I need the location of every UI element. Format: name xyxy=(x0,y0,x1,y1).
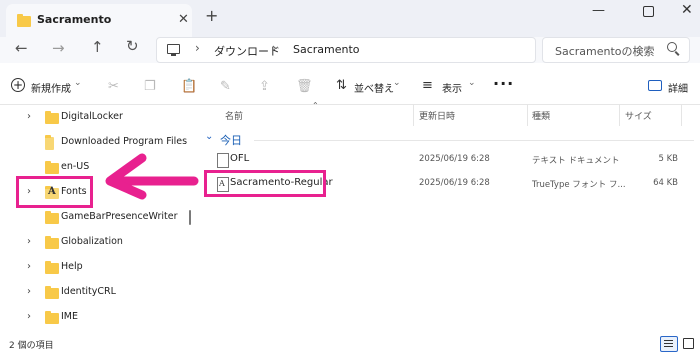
tab-sacramento[interactable]: Sacramento ✕ xyxy=(6,4,192,37)
chevron-down-icon[interactable]: ⌄ xyxy=(468,78,476,88)
sidebar-item-label: GameBarPresenceWriter xyxy=(61,211,178,222)
sidebar-item-label: DigitalLocker xyxy=(61,111,123,122)
file-size: 5 KB xyxy=(658,154,678,164)
chevron-down-icon[interactable]: ⌄ xyxy=(74,78,82,88)
sidebar-item-digitallocker[interactable]: › DigitalLocker xyxy=(0,107,195,129)
file-modified: 2025/06/19 6:28 xyxy=(419,154,490,164)
rename-icon[interactable]: ✎ xyxy=(220,79,231,94)
file-size: 64 KB xyxy=(653,178,678,188)
folder-icon xyxy=(45,161,59,174)
file-name: OFL xyxy=(230,153,250,164)
folder-icon xyxy=(45,311,59,324)
forward-button[interactable]: → xyxy=(52,39,65,57)
file-modified: 2025/06/19 6:28 xyxy=(419,178,490,188)
folder-icon xyxy=(45,286,59,299)
folder-icon xyxy=(45,261,59,274)
folder-icon xyxy=(45,236,59,249)
close-tab-icon[interactable]: ✕ xyxy=(178,12,189,27)
sort-up-icon: ⌃ xyxy=(312,101,319,110)
sidebar-scrollbar[interactable] xyxy=(189,210,191,225)
command-bar: + 新規作成 ⌄ ✂ ❐ 📋 ✎ ⇪ 🗑 ⇅ 並べ替え ⌄ ≡ 表示 ⌄ ···… xyxy=(0,70,700,105)
sort-icon[interactable]: ⇅ xyxy=(336,78,347,93)
details-view-button[interactable] xyxy=(660,336,678,352)
file-type: TrueType フォント フ... xyxy=(532,180,626,190)
folder-icon xyxy=(45,211,59,224)
tiles-view-button[interactable] xyxy=(683,338,694,349)
chevron-right-icon[interactable]: › xyxy=(27,236,31,247)
column-size[interactable]: サイズ xyxy=(625,109,652,122)
chevron-right-icon[interactable]: › xyxy=(27,111,31,122)
column-name[interactable]: 名前 xyxy=(225,109,243,122)
chevron-right-icon[interactable]: › xyxy=(27,286,31,297)
chevron-right-icon: › xyxy=(195,41,200,55)
sidebar-item-label: Help xyxy=(61,261,83,272)
chevron-down-icon[interactable]: ⌄ xyxy=(393,78,401,88)
highlight-box-font-file xyxy=(204,170,326,197)
chevron-right-icon: › xyxy=(272,41,277,55)
details-pane-icon[interactable] xyxy=(648,80,662,91)
sidebar-item-label: IME xyxy=(61,311,79,322)
back-button[interactable]: ← xyxy=(15,39,28,57)
sidebar-item-globalization[interactable]: › Globalization xyxy=(0,232,195,254)
column-divider[interactable] xyxy=(413,104,414,126)
item-count: 2 個の項目 xyxy=(9,341,54,351)
status-bar: 2 個の項目 xyxy=(0,334,700,353)
column-type[interactable]: 種類 xyxy=(532,109,550,122)
navigation-pane: › DigitalLocker Downloaded Program Files… xyxy=(0,104,200,332)
column-modified[interactable]: 更新日時 xyxy=(419,109,455,122)
pointer-arrow-icon xyxy=(105,153,199,200)
column-divider[interactable] xyxy=(681,104,682,126)
breadcrumb-downloads[interactable]: ダウンロード xyxy=(214,43,280,59)
column-divider[interactable] xyxy=(619,104,620,126)
sidebar-item-gamebarpresencewriter[interactable]: GameBarPresenceWriter xyxy=(0,207,195,229)
sidebar-item-identitycrl[interactable]: › IdentityCRL xyxy=(0,282,195,304)
maximize-button[interactable] xyxy=(643,6,654,17)
delete-icon[interactable]: 🗑 xyxy=(296,79,313,94)
column-header-row: 名前 ⌃ 更新日時 種類 サイズ xyxy=(200,101,700,126)
view-button[interactable]: 表示 xyxy=(442,80,462,95)
chevron-down-icon[interactable]: ⌄ xyxy=(205,131,213,142)
sidebar-item-label: Downloaded Program Files xyxy=(61,136,188,147)
cut-icon[interactable]: ✂ xyxy=(108,79,119,94)
group-header-today[interactable]: 今日 xyxy=(220,132,242,148)
close-window-button[interactable]: ✕ xyxy=(681,2,693,18)
text-file-icon xyxy=(217,153,229,168)
breadcrumb-sacramento[interactable]: Sacramento xyxy=(293,43,360,56)
search-input[interactable]: Sacramentoの検索 xyxy=(555,43,655,59)
folder-icon xyxy=(17,14,31,27)
sidebar-item-label: IdentityCRL xyxy=(61,286,116,297)
chevron-right-icon[interactable]: › xyxy=(27,311,31,322)
plus-circle-icon[interactable]: + xyxy=(11,78,25,92)
new-button[interactable]: 新規作成 xyxy=(31,80,71,95)
folder-icon xyxy=(45,111,59,124)
paste-icon[interactable]: 📋 xyxy=(181,79,197,94)
search-icon xyxy=(667,42,677,52)
computer-icon xyxy=(167,44,180,56)
minimize-button[interactable]: — xyxy=(592,3,605,18)
sort-button[interactable]: 並べ替え xyxy=(354,80,394,95)
tab-title: Sacramento xyxy=(37,13,112,26)
copy-icon[interactable]: ❐ xyxy=(144,79,156,94)
address-bar[interactable]: › ダウンロード › Sacramento xyxy=(156,37,536,63)
details-button[interactable]: 詳細 xyxy=(668,80,688,95)
file-row-ofl[interactable]: OFL 2025/06/19 6:28 テキスト ドキュメント 5 KB xyxy=(200,148,700,172)
search-box[interactable]: Sacramentoの検索 xyxy=(542,37,690,63)
more-options-icon[interactable]: ··· xyxy=(493,74,514,93)
refresh-button[interactable]: ↻ xyxy=(126,37,139,55)
sidebar-item-label: Globalization xyxy=(61,236,123,247)
up-button[interactable]: ↑ xyxy=(91,38,104,56)
folder-icon xyxy=(45,135,54,150)
file-type: テキスト ドキュメント xyxy=(532,156,620,166)
share-icon[interactable]: ⇪ xyxy=(259,79,270,94)
sidebar-item-ime[interactable]: › IME xyxy=(0,307,195,329)
sidebar-item-help[interactable]: › Help xyxy=(0,257,195,279)
address-row: ← → ↑ ↻ › ダウンロード › Sacramento Sacramento… xyxy=(0,37,700,63)
column-divider[interactable] xyxy=(527,104,528,126)
view-icon[interactable]: ≡ xyxy=(422,78,433,93)
group-divider xyxy=(254,140,694,141)
chevron-right-icon[interactable]: › xyxy=(27,261,31,272)
new-tab-button[interactable]: + xyxy=(205,6,218,25)
